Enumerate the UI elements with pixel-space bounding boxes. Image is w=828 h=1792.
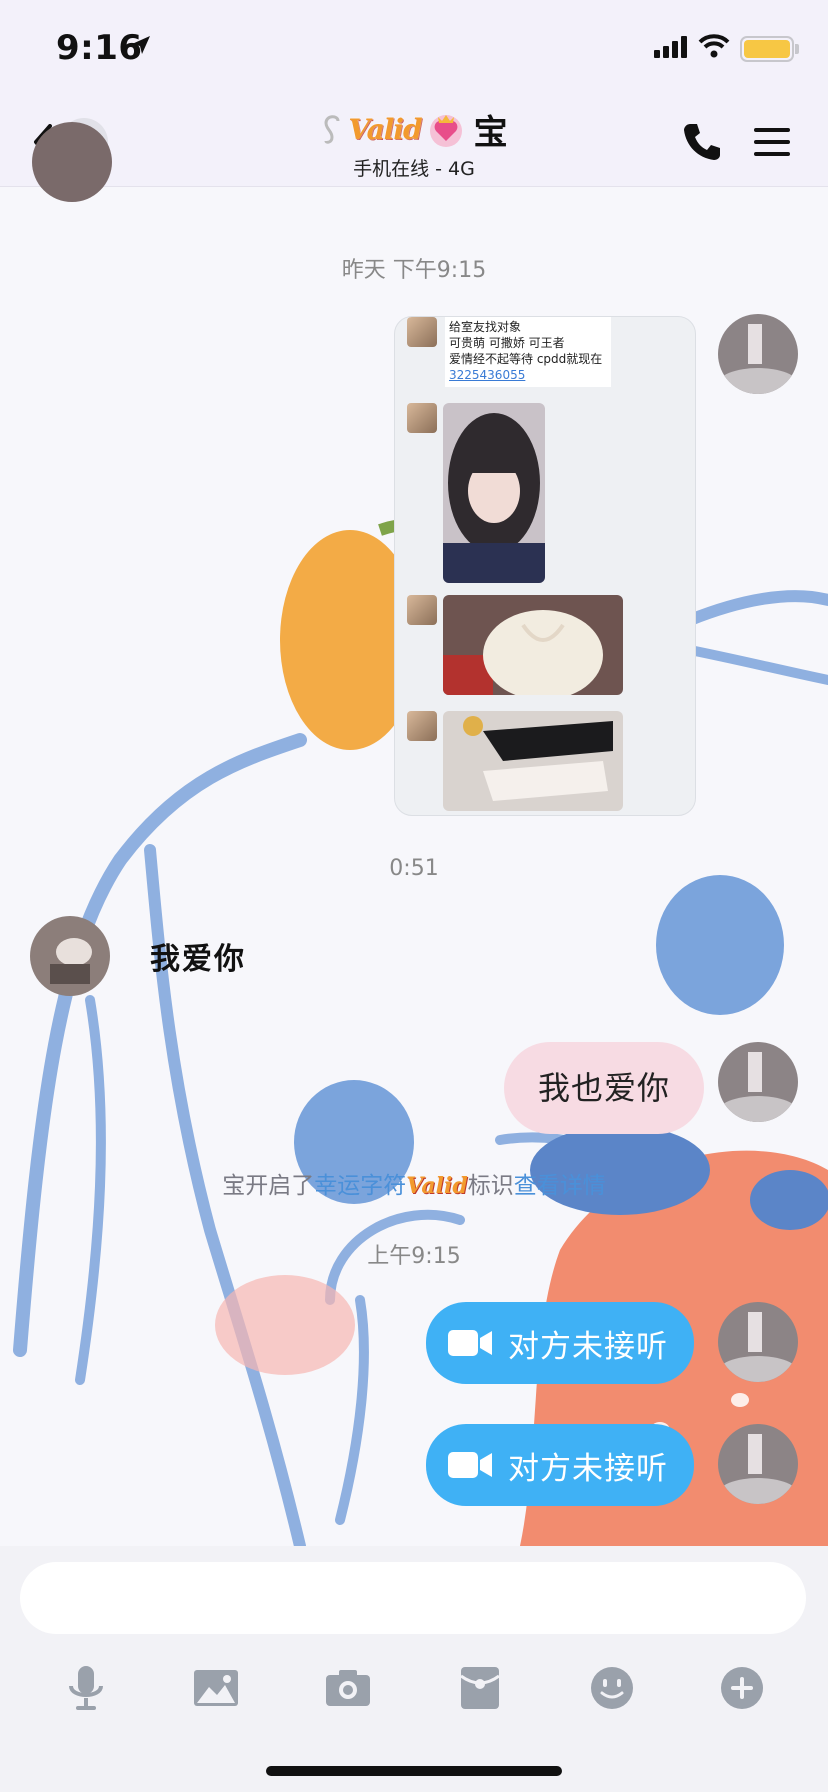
red-packet-button[interactable]	[452, 1660, 508, 1716]
photo-torso[interactable]	[443, 595, 623, 695]
forward-avatar	[407, 595, 437, 625]
received-message[interactable]: 我爱你	[150, 934, 246, 978]
phone-icon	[684, 124, 720, 160]
my-avatar[interactable]	[718, 1424, 798, 1504]
video-camera-icon	[448, 1330, 492, 1356]
toolbar	[0, 1660, 828, 1720]
missed-video-call-bubble[interactable]: 对方未接听	[426, 1302, 694, 1384]
voice-call-button[interactable]	[680, 120, 724, 164]
more-actions-button[interactable]	[714, 1660, 770, 1716]
wifi-icon	[698, 34, 730, 58]
more-menu-button[interactable]	[750, 120, 794, 164]
message-input[interactable]	[20, 1562, 806, 1634]
timestamp: 0:51	[389, 856, 439, 881]
video-camera-icon	[448, 1452, 492, 1478]
ear-icon	[324, 115, 340, 144]
vip-badge: Valid	[348, 112, 422, 146]
emoji-button[interactable]	[584, 1660, 640, 1716]
microphone-icon	[69, 1666, 103, 1710]
hamburger-menu-icon	[754, 128, 790, 156]
plus-circle-icon	[721, 1667, 763, 1709]
view-details-link[interactable]: 查看详情	[514, 1173, 606, 1199]
status-bar: 9:16	[0, 0, 828, 96]
forward-text-bubble: 给室友找对象 可贵萌 可撒娇 可王者 爱情经不起等待 cpdd就现在 32254…	[445, 317, 611, 387]
camera-icon	[326, 1670, 370, 1706]
photo-picker-button[interactable]	[188, 1660, 244, 1716]
home-indicator[interactable]	[266, 1766, 562, 1776]
chat-header: 3 Valid 宝 手机在线 - 4G	[0, 96, 828, 187]
image-icon	[194, 1670, 238, 1706]
battery-icon	[740, 36, 799, 62]
contact-avatar[interactable]	[30, 916, 110, 996]
contact-title[interactable]: Valid 宝 手机在线 - 4G	[240, 106, 588, 182]
system-notice: 宝开启了幸运字符Valid标识查看详情	[222, 1173, 606, 1199]
sent-message-bubble[interactable]: 我也爱你	[504, 1042, 704, 1134]
forwarded-chat-image[interactable]: 给室友找对象 可贵萌 可撒娇 可王者 爱情经不起等待 cpdd就现在 32254…	[394, 316, 696, 816]
my-avatar[interactable]	[718, 1302, 798, 1382]
heart-crown-icon	[429, 115, 462, 147]
contact-avatar[interactable]	[32, 122, 112, 202]
my-avatar[interactable]	[718, 1042, 798, 1122]
vip-badge: Valid	[406, 1173, 468, 1199]
qq-number-link[interactable]: 3225436055	[449, 367, 607, 383]
camera-button[interactable]	[320, 1660, 376, 1716]
chat-screen: 9:16 3 Valid 宝	[0, 0, 828, 1792]
photo-portrait[interactable]	[443, 403, 545, 583]
red-packet-icon	[460, 1667, 500, 1709]
location-arrow-icon	[132, 36, 150, 54]
forward-avatar	[407, 403, 437, 433]
photo-legs[interactable]	[443, 711, 623, 811]
input-bar	[0, 1546, 828, 1792]
missed-video-call-bubble[interactable]: 对方未接听	[426, 1424, 694, 1506]
voice-button[interactable]	[58, 1660, 114, 1716]
timestamp: 昨天 下午9:15	[341, 258, 487, 283]
online-status: 手机在线 - 4G	[353, 158, 475, 180]
timestamp: 上午9:15	[367, 1244, 461, 1269]
contact-name: 宝	[473, 112, 508, 153]
lucky-character-link[interactable]: 幸运字符	[314, 1173, 406, 1199]
cellular-signal-icon	[654, 36, 687, 58]
forward-avatar	[407, 711, 437, 741]
emoji-icon	[591, 1667, 633, 1709]
my-avatar[interactable]	[718, 314, 798, 394]
forward-avatar	[407, 317, 437, 347]
